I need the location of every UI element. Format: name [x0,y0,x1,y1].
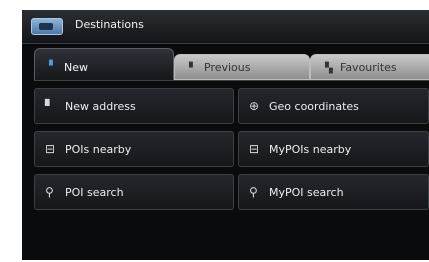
pois-nearby-button[interactable]: ⊟ POIs nearby [34,131,234,167]
favourites-icon: ▚ [325,63,333,74]
flag-icon: ▘ [49,61,57,72]
button-label: MyPOI search [269,186,344,199]
my-poi-search-icon: ⚲ [249,185,258,199]
tab-label: New [64,61,88,74]
divider [34,80,429,81]
tab-favourites[interactable]: ▚ Favourites [310,54,429,80]
page-title: Destinations [75,18,144,31]
geo-coordinates-button[interactable]: ⊕ Geo coordinates [238,88,429,124]
tab-label: Favourites [340,61,397,74]
flag-icon: ▘ [45,99,55,113]
compass-icon: ⊕ [249,99,260,113]
button-label: POI search [65,186,124,199]
tab-previous[interactable]: ▘ Previous [174,54,310,80]
button-label: Geo coordinates [269,100,359,113]
new-address-button[interactable]: ▘ New address [34,88,234,124]
tab-label: Previous [204,61,251,74]
tab-new[interactable]: ▘ New [34,48,174,80]
navigation-screen: Destinations ▘ New ▘ Previous ▚ Favourit… [22,10,429,260]
poi-search-button[interactable]: ⚲ POI search [34,174,234,210]
search-icon: ⚲ [45,185,54,199]
my-poi-icon: ⊟ [249,142,260,156]
button-label: POIs nearby [65,143,132,156]
title-bar: Destinations [22,10,429,44]
poi-icon: ⊟ [45,142,56,156]
button-label: MyPOIs nearby [269,143,352,156]
tab-bar: ▘ New ▘ Previous ▚ Favourites [34,48,429,80]
mypoi-search-button[interactable]: ⚲ MyPOI search [238,174,429,210]
flag-icon: ▘ [189,63,197,74]
button-label: New address [65,100,136,113]
mypois-nearby-button[interactable]: ⊟ MyPOIs nearby [238,131,429,167]
navigation-app-icon [31,18,63,35]
